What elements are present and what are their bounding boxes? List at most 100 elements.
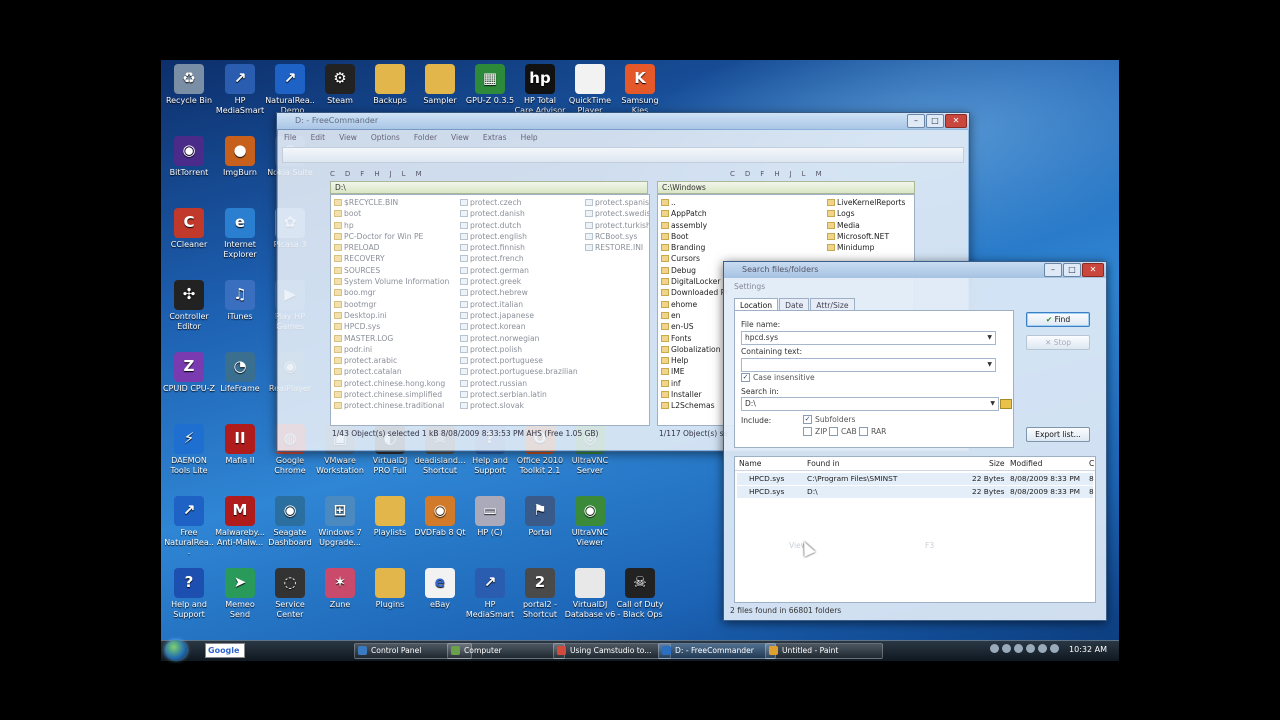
list-item[interactable]: RCBoot.sys — [584, 231, 649, 242]
desktop-icon[interactable]: VirtualDJ Database v6 — [564, 568, 616, 619]
stop-button[interactable]: ✕ Stop — [1026, 335, 1090, 350]
desktop-icon[interactable]: ▦ GPU-Z 0.3.5 — [464, 64, 516, 106]
desktop-icon[interactable]: Plugins — [364, 568, 416, 610]
desktop-icon[interactable]: ⚙ Steam — [314, 64, 366, 106]
taskbar-button[interactable]: Untitled - Paint — [765, 643, 883, 659]
menu-item[interactable]: File — [284, 133, 297, 142]
search-dialog-titlebar[interactable]: Search files/folders – □ ✕ — [724, 262, 1106, 278]
right-drive-bar[interactable]: CDFHJLM — [730, 168, 822, 180]
list-item[interactable]: protect.danish — [459, 208, 578, 219]
list-item[interactable]: SOURCES — [333, 265, 449, 276]
desktop-icon[interactable]: Sampler — [414, 64, 466, 106]
taskbar-button[interactable]: D: - FreeCommander — [658, 643, 776, 659]
drive-button[interactable]: D — [345, 170, 350, 178]
column-header-found-in[interactable]: Found in — [807, 459, 840, 468]
list-item[interactable]: protect.slovak — [459, 400, 578, 411]
list-item[interactable]: $RECYCLE.BIN — [333, 197, 449, 208]
network-icon[interactable] — [1038, 644, 1047, 653]
desktop-icon[interactable]: ↗ HP MediaSmart — [214, 64, 266, 115]
find-button[interactable]: ✔ Find — [1026, 312, 1090, 327]
drive-button[interactable]: C — [730, 170, 735, 178]
list-item[interactable]: protect.arabic — [333, 355, 449, 366]
desktop-icon[interactable]: ⚑ Portal — [514, 496, 566, 538]
desktop-icon[interactable]: K Samsung Kies — [614, 64, 666, 115]
list-item[interactable]: Media — [826, 220, 906, 231]
column-header-size[interactable]: Size — [989, 459, 1005, 468]
zip-checkbox[interactable]: ZIP — [803, 427, 827, 436]
desktop-icon[interactable]: QuickTime Player — [564, 64, 616, 115]
search-files-dialog[interactable]: Search files/folders – □ ✕ Settings Loca… — [723, 261, 1107, 621]
list-item[interactable]: hp — [333, 220, 449, 231]
drive-button[interactable]: L — [402, 170, 406, 178]
list-item[interactable]: ehome — [660, 299, 728, 310]
containing-text-combo[interactable]: ▼ — [741, 358, 996, 372]
list-item[interactable]: protect.czech — [459, 197, 578, 208]
drive-button[interactable]: M — [816, 170, 822, 178]
drive-button[interactable]: C — [330, 170, 335, 178]
list-item[interactable]: protect.english — [459, 231, 578, 242]
drive-button[interactable]: L — [802, 170, 806, 178]
list-item[interactable]: protect.chinese.simplified — [333, 389, 449, 400]
taskbar-button[interactable]: Using Camstudio to... — [553, 643, 671, 659]
subfolders-checkbox[interactable]: ✓ Subfolders — [803, 415, 855, 424]
desktop-icon[interactable]: ✣ Controller Editor — [163, 280, 215, 331]
drive-button[interactable]: F — [360, 170, 364, 178]
list-item[interactable]: protect.italian — [459, 299, 578, 310]
list-item[interactable]: protect.hebrew — [459, 287, 578, 298]
table-row[interactable]: HPCD.sys C:\Program Files\SMINST 22 Byte… — [737, 473, 1094, 485]
list-item[interactable]: Microsoft.NET — [826, 231, 906, 242]
list-item[interactable]: protect.french — [459, 253, 578, 264]
list-item[interactable]: en — [660, 310, 728, 321]
desktop-icon[interactable]: C CCleaner — [163, 208, 215, 250]
desktop-icon[interactable]: ☠ Call of Duty - Black Ops — [614, 568, 666, 619]
list-item[interactable]: protect.swedish — [584, 208, 649, 219]
minimize-button[interactable]: – — [1044, 263, 1062, 277]
list-item[interactable]: protect.portuguese — [459, 355, 578, 366]
desktop-icon[interactable]: Z CPUID CPU-Z — [163, 352, 215, 394]
list-item[interactable]: boot — [333, 208, 449, 219]
taskbar-button[interactable]: Computer — [447, 643, 565, 659]
list-item[interactable]: System Volume Information — [333, 276, 449, 287]
column-header-c[interactable]: C — [1089, 459, 1094, 468]
desktop-icon[interactable]: ◉ DVDFab 8 Qt — [414, 496, 466, 538]
list-item[interactable]: boo.mgr — [333, 287, 449, 298]
list-item[interactable]: Globalization — [660, 344, 728, 355]
desktop-icon[interactable]: hp HP Total Care Advisor — [514, 64, 566, 115]
close-button[interactable]: ✕ — [945, 114, 967, 128]
list-item[interactable]: LiveKernelReports — [826, 197, 906, 208]
list-item[interactable]: protect.portuguese.brazilian — [459, 366, 578, 377]
export-list-button[interactable]: Export list... — [1026, 427, 1090, 442]
desktop-icon[interactable]: ▭ HP (C) — [464, 496, 516, 538]
list-item[interactable]: HPCD.sys — [333, 321, 449, 332]
tray-icon[interactable] — [1014, 644, 1023, 653]
menu-item[interactable]: Edit — [311, 133, 326, 142]
menu-item[interactable]: Options — [371, 133, 400, 142]
list-item[interactable]: protect.spanish — [584, 197, 649, 208]
menu-item[interactable]: Folder — [414, 133, 437, 142]
list-item[interactable]: IME — [660, 366, 728, 377]
desktop-icon[interactable]: ◉ UltraVNC Viewer — [564, 496, 616, 547]
list-item[interactable]: RECOVERY — [333, 253, 449, 264]
desktop-icon[interactable]: ➤ Memeo Send — [214, 568, 266, 619]
menu-item[interactable]: View — [451, 133, 469, 142]
list-item[interactable]: assembly — [660, 220, 728, 231]
list-item[interactable]: AppPatch — [660, 208, 728, 219]
list-item[interactable]: protect.chinese.traditional — [333, 400, 449, 411]
google-search-box[interactable]: Google — [205, 643, 245, 658]
list-item[interactable]: protect.japanese — [459, 310, 578, 321]
drive-button[interactable]: H — [774, 170, 779, 178]
column-header-modified[interactable]: Modified — [1010, 459, 1042, 468]
maximize-button[interactable]: □ — [1063, 263, 1081, 277]
desktop-icon[interactable]: ● ImgBurn — [214, 136, 266, 178]
volume-icon[interactable] — [1050, 644, 1059, 653]
list-item[interactable]: en-US — [660, 321, 728, 332]
file-name-combo[interactable]: hpcd.sys ▼ — [741, 331, 996, 345]
list-item[interactable]: Cursors — [660, 253, 728, 264]
drive-button[interactable]: J — [390, 170, 392, 178]
list-item[interactable]: Help — [660, 355, 728, 366]
tray-icon[interactable] — [1026, 644, 1035, 653]
desktop-icon[interactable]: ◉ BitTorrent — [163, 136, 215, 178]
list-item[interactable]: protect.finnish — [459, 242, 578, 253]
desktop-icon[interactable]: ♻ Recycle Bin — [163, 64, 215, 106]
list-item[interactable]: RESTORE.INI — [584, 242, 649, 253]
